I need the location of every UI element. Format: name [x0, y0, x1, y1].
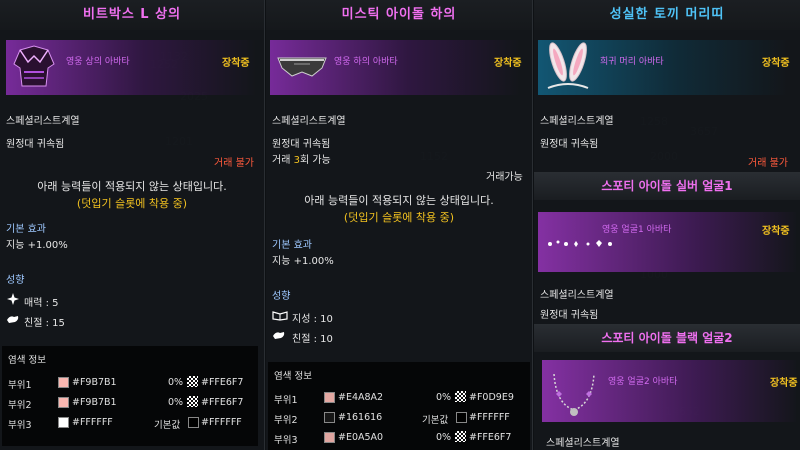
- dye-gloss: 0%: [168, 397, 184, 408]
- dye-info-box: 염색 정보 부위1 #F9B7B1 0% #FFE6F7 부위2 #F9B7B1…: [2, 346, 258, 446]
- dye-color-swatch: [324, 432, 335, 443]
- bound-text: 원정대 귀속됨: [540, 139, 599, 150]
- dye-hex: #FFFFFF: [72, 417, 113, 428]
- tooltip-panel-top: 비트박스 L 상의 영웅 상의 아바타 장착중 스페셜리스트계열 원정대 귀속됨…: [0, 0, 265, 450]
- trade-status: 거래 불가: [748, 158, 788, 169]
- kindness-icon: [7, 316, 19, 323]
- tendency-kindness: 친절 : 10: [292, 334, 333, 345]
- item-header-row: 영웅 하의 아바타 장착중: [266, 30, 532, 100]
- item-title: 미스틱 아이돌 하의: [266, 0, 532, 30]
- pattern-icon: [455, 391, 466, 402]
- avatar-type-label: 영웅 얼굴2 아바타: [608, 377, 678, 387]
- tooltip-panel-bottom: 미스틱 아이돌 하의 영웅 하의 아바타 장착중 스페셜리스트계열 원정대 귀속…: [266, 0, 533, 450]
- tendency-charm: 매력 : 5: [24, 298, 59, 309]
- dye-pattern-swatch: [188, 417, 199, 428]
- dye-gloss: 0%: [436, 392, 452, 403]
- dye-hex: #161616: [338, 412, 383, 423]
- avatar-type-label: 영웅 상의 아바타: [66, 57, 130, 67]
- dye-part-label: 부위1: [274, 395, 298, 406]
- equipped-badge: 장착중: [762, 226, 790, 237]
- tendency-kindness: 친절 : 15: [24, 318, 65, 329]
- base-effect-title: 기본 효과: [272, 240, 312, 251]
- bound-text: 원정대 귀속됨: [272, 139, 331, 150]
- dye-gloss: 0%: [168, 377, 184, 388]
- item-title: 성실한 토끼 머리띠: [534, 0, 800, 30]
- dye-pattern-hex: #F0D9E9: [469, 392, 514, 403]
- trade-suffix: 회 가능: [299, 155, 331, 166]
- dye-color-swatch: [58, 377, 69, 388]
- pattern-icon: [187, 376, 198, 387]
- equipped-badge: 장착중: [762, 58, 790, 69]
- tendency-title: 성향: [6, 275, 25, 286]
- warning-text: 아래 능력들이 적용되지 않는 상태입니다.: [37, 180, 227, 193]
- base-effect-value: 지능 +1.00%: [272, 256, 334, 267]
- dye-hex: #E4A8A2: [338, 392, 384, 403]
- equipped-badge: 장착중: [770, 378, 798, 389]
- dye-part-label: 부위2: [274, 415, 298, 426]
- kindness-icon: [273, 332, 285, 339]
- base-effect-title: 기본 효과: [6, 224, 46, 235]
- dye-info-title: 염색 정보: [274, 371, 312, 382]
- class-text: 스페셜리스트계열: [540, 116, 614, 127]
- dye-color-swatch: [58, 397, 69, 408]
- tooltip-panel-accessories: 성실한 토끼 머리띠 희귀 머리 아바타 장착중 스페셜리스트계열 원정대 귀속…: [534, 0, 800, 450]
- dye-pattern-swatch: [456, 412, 467, 423]
- pattern-icon: [187, 396, 198, 407]
- face-sticker-icon: [548, 240, 612, 247]
- pattern-icon: [455, 431, 466, 442]
- avatar-type-label: 희귀 머리 아바타: [600, 57, 664, 67]
- bound-text: 원정대 귀속됨: [540, 310, 599, 321]
- dye-part-label: 부위1: [8, 380, 32, 391]
- dye-part-label: 부위3: [8, 420, 32, 431]
- dye-pattern-hex: #FFFFFF: [201, 417, 242, 428]
- class-text: 스페셜리스트계열: [546, 438, 620, 449]
- overlay-slot-notice: (덧입기 슬롯에 착용 중): [76, 197, 188, 210]
- bound-text: 원정대 귀속됨: [6, 139, 65, 150]
- dye-part-label: 부위2: [8, 400, 32, 411]
- trade-count-text: 거래 3회 가능: [272, 151, 331, 166]
- tendency-title: 성향: [272, 291, 291, 302]
- dye-hex: #F9B7B1: [72, 377, 117, 388]
- class-text: 스페셜리스트계열: [540, 290, 614, 301]
- overlay-slot-notice: (덧입기 슬롯에 착용 중): [343, 211, 455, 224]
- class-text: 스페셜리스트계열: [6, 116, 80, 127]
- item-title: 스포티 아이돌 블랙 얼굴2: [534, 324, 800, 352]
- trade-status: 거래 불가: [214, 158, 254, 169]
- dye-info-title: 염색 정보: [8, 355, 46, 366]
- intellect-icon: [272, 311, 288, 321]
- bunny-ears-icon: [547, 42, 589, 89]
- base-effect-value: 지능 +1.00%: [6, 240, 68, 251]
- class-text: 스페셜리스트계열: [272, 116, 346, 127]
- dye-part-label: 부위3: [274, 435, 298, 446]
- dye-gloss: 기본값: [422, 415, 449, 426]
- equipped-badge: 장착중: [222, 58, 250, 69]
- dye-hex: #E0A5A0: [338, 432, 384, 443]
- trade-status: 거래가능: [486, 172, 523, 183]
- dye-pattern-hex: #FFFFFF: [469, 412, 510, 423]
- avatar-type-label: 영웅 얼굴1 아바타: [602, 225, 672, 235]
- dye-color-swatch: [58, 417, 69, 428]
- equipped-badge: 장착중: [494, 58, 522, 69]
- top-avatar-icon: [13, 45, 55, 87]
- dye-gloss: 기본값: [154, 420, 181, 431]
- dye-gloss: 0%: [436, 432, 452, 443]
- tendency-intellect: 지성 : 10: [292, 314, 333, 325]
- charm-icon: [7, 293, 19, 305]
- bottom-avatar-icon: [277, 57, 327, 77]
- dye-hex: #F9B7B1: [72, 397, 117, 408]
- item-title: 스포티 아이돌 실버 얼굴1: [534, 172, 800, 200]
- dye-info-box: 염색 정보 부위1 #E4A8A2 0% #F0D9E9 부위2 #161616…: [268, 362, 530, 450]
- trade-prefix: 거래: [272, 155, 294, 166]
- item-header-row: 희귀 머리 아바타 장착중: [534, 30, 800, 100]
- necklace-icon: [553, 373, 595, 416]
- dye-color-swatch: [324, 412, 335, 423]
- item-title: 비트박스 L 상의: [0, 0, 264, 30]
- dye-pattern-hex: #FFE6F7: [469, 432, 512, 443]
- dye-color-swatch: [324, 392, 335, 403]
- dye-pattern-hex: #FFE6F7: [201, 397, 244, 408]
- warning-text: 아래 능력들이 적용되지 않는 상태입니다.: [304, 194, 494, 207]
- dye-pattern-hex: #FFE6F7: [201, 377, 244, 388]
- avatar-type-label: 영웅 하의 아바타: [334, 57, 398, 67]
- item-header-row: 영웅 상의 아바타 장착중: [0, 30, 264, 100]
